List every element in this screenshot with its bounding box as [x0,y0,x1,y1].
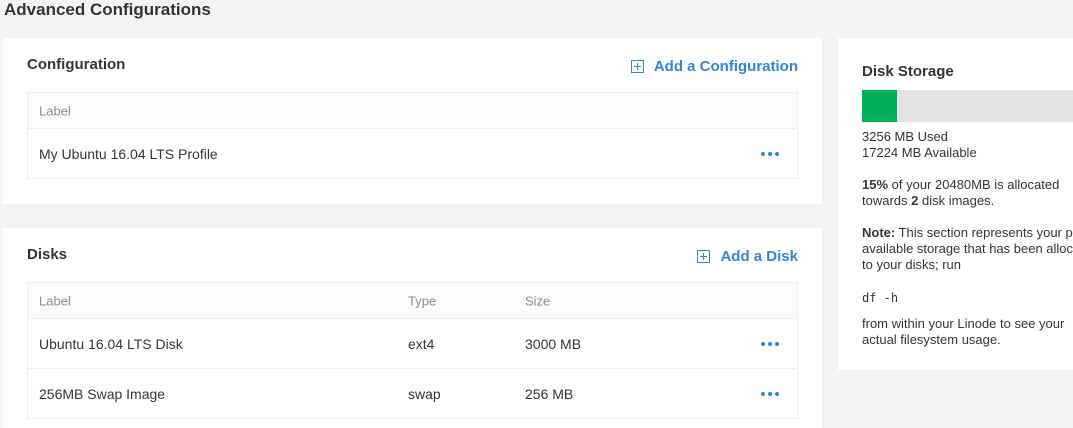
column-header-label[interactable]: Label [39,103,71,118]
storage-allocation-summary: 15% of your 20480MB is allocated towards… [862,177,1073,209]
configuration-table: Label My Ubuntu 16.04 LTS Profile [27,92,798,179]
storage-usage-bar [862,90,1073,122]
column-header-label[interactable]: Label [39,293,71,308]
add-configuration-label: Add a Configuration [653,58,798,75]
more-dots-icon[interactable] [757,148,783,160]
disks-table-header: Label Type Size [28,283,797,319]
storage-usage-fill [862,90,897,122]
disk-row[interactable]: 256MB Swap Image swap 256 MB [28,369,797,418]
disks-title: Disks [27,246,68,263]
add-configuration-button[interactable]: Add a Configuration [630,58,798,75]
disk-label: 256MB Swap Image [39,385,166,402]
add-disk-label: Add a Disk [720,248,798,265]
configuration-title: Configuration [27,56,126,73]
storage-after-command: from within your Linode to see your actu… [862,316,1065,347]
plus-square-icon [697,250,711,263]
configuration-row[interactable]: My Ubuntu 16.04 LTS Profile [28,129,797,178]
storage-allocation-end: disk images. [918,193,995,208]
plus-square-icon [630,60,644,73]
storage-used: 3256 MB Used [862,129,948,144]
storage-command: df -h [862,291,899,305]
add-disk-button[interactable]: Add a Disk [697,248,798,265]
configuration-label: My Ubuntu 16.04 LTS Profile [39,145,218,162]
disk-size: 256 MB [525,385,574,402]
storage-note-label: Note: [862,225,896,240]
disk-row[interactable]: Ubuntu 16.04 LTS Disk ext4 3000 MB [28,319,797,369]
disk-size: 3000 MB [525,335,582,352]
more-dots-icon[interactable] [757,388,783,400]
disk-label: Ubuntu 16.04 LTS Disk [39,335,183,352]
disk-type: ext4 [408,335,435,352]
disk-storage-title: Disk Storage [862,63,954,80]
more-dots-icon[interactable] [757,338,783,350]
column-header-size[interactable]: Size [525,293,550,308]
column-header-type[interactable]: Type [408,293,436,308]
disks-panel: Disks Add a Disk Label Type Size Ubuntu … [3,228,822,428]
disks-table: Label Type Size Ubuntu 16.04 LTS Disk ex… [27,282,798,419]
storage-note: Note: This section represents your plan'… [862,225,1073,273]
disk-type: swap [408,385,441,402]
disk-storage-panel: Disk Storage 3256 MB Used 17224 MB Avail… [838,38,1073,370]
configuration-panel: Configuration Add a Configuration Label … [3,38,822,204]
storage-percent: 15% [862,177,889,192]
storage-available: 17224 MB Available [862,145,977,160]
page-title: Advanced Configurations [4,0,211,19]
configuration-table-header: Label [28,93,797,129]
